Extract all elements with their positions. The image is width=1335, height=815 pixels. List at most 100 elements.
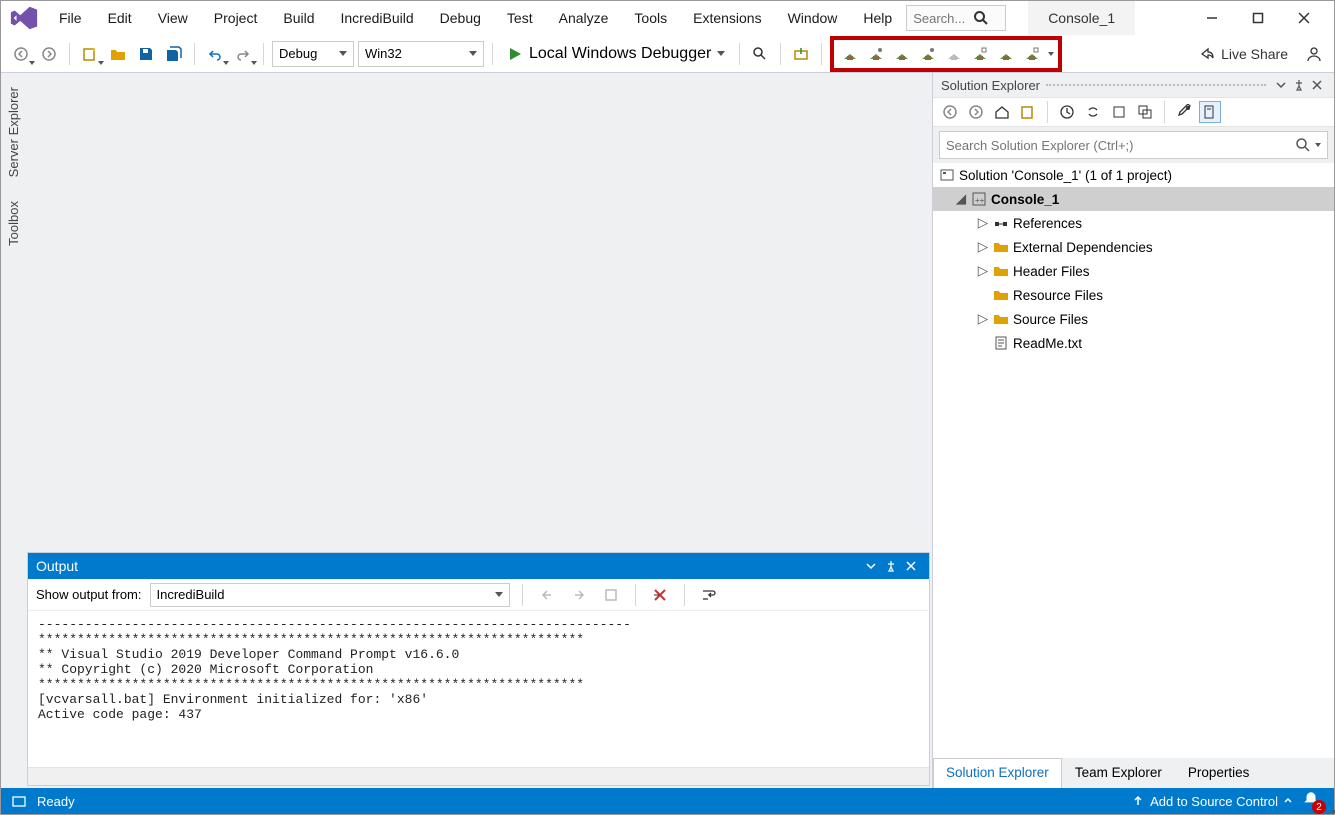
se-pin-button[interactable]	[1290, 76, 1308, 94]
window-close-button[interactable]	[1282, 3, 1326, 33]
menu-help[interactable]: Help	[851, 4, 904, 32]
play-icon	[507, 46, 523, 62]
server-explorer-tab[interactable]: Server Explorer	[4, 81, 23, 183]
save-button[interactable]	[134, 42, 158, 66]
readme-node[interactable]: ▷ ReadMe.txt	[933, 331, 1334, 355]
se-forward-button[interactable]	[965, 101, 987, 123]
find-in-files-button[interactable]	[748, 42, 772, 66]
ib-monitor-button[interactable]	[994, 42, 1018, 66]
ib-rebuild-solution-button[interactable]	[864, 42, 888, 66]
output-titlebar[interactable]: Output	[28, 553, 929, 579]
tab-team-explorer[interactable]: Team Explorer	[1062, 758, 1175, 788]
menu-view[interactable]: View	[146, 4, 200, 32]
se-pending-changes-button[interactable]	[1056, 101, 1078, 123]
undo-button[interactable]	[203, 42, 227, 66]
redo-button[interactable]	[231, 42, 255, 66]
menu-window[interactable]: Window	[776, 4, 850, 32]
toolbox-tab[interactable]: Toolbox	[4, 195, 23, 252]
se-refresh-button[interactable]	[1108, 101, 1130, 123]
se-home-button[interactable]	[991, 101, 1013, 123]
center-area: Output Show output from: IncrediBuild	[25, 73, 932, 788]
open-file-button[interactable]	[106, 42, 130, 66]
global-search[interactable]	[906, 5, 1006, 31]
menu-test[interactable]: Test	[495, 4, 545, 32]
se-close-button[interactable]	[1308, 76, 1326, 94]
output-goto-button[interactable]	[599, 583, 623, 607]
expand-icon[interactable]: ▷	[977, 265, 989, 277]
expand-icon[interactable]: ▷	[977, 313, 989, 325]
se-properties-button[interactable]	[1173, 101, 1195, 123]
se-dropdown-button[interactable]	[1272, 76, 1290, 94]
account-button[interactable]	[1302, 42, 1326, 66]
ib-build-solution-button[interactable]	[838, 42, 862, 66]
nav-back-button[interactable]	[9, 42, 33, 66]
nav-forward-button[interactable]	[37, 42, 61, 66]
save-all-button[interactable]	[162, 42, 186, 66]
main-toolbar: Debug Win32 Local Windows Debugger Live …	[1, 35, 1334, 73]
add-to-source-control-button[interactable]: Add to Source Control	[1132, 794, 1292, 809]
ib-build-project-button[interactable]	[890, 42, 914, 66]
se-collapse-all-button[interactable]	[1134, 101, 1156, 123]
project-node[interactable]: ◢ ++ Console_1	[933, 187, 1334, 211]
live-share-button[interactable]: Live Share	[1189, 46, 1298, 62]
solution-tree[interactable]: Solution 'Console_1' (1 of 1 project) ◢ …	[933, 163, 1334, 758]
status-bar: Ready Add to Source Control 2	[1, 788, 1334, 814]
source-files-node[interactable]: ▷ Source Files	[933, 307, 1334, 331]
window-maximize-button[interactable]	[1236, 3, 1280, 33]
search-input[interactable]	[913, 11, 973, 26]
header-files-node[interactable]: ▷ Header Files	[933, 259, 1334, 283]
expand-icon[interactable]: ▷	[977, 241, 989, 253]
tab-solution-explorer[interactable]: Solution Explorer	[933, 758, 1062, 788]
output-prev-button[interactable]	[535, 583, 559, 607]
menu-file[interactable]: File	[47, 4, 94, 32]
se-show-all-files-button[interactable]	[1199, 101, 1221, 123]
solution-explorer-panel: Solution Explorer	[932, 73, 1334, 788]
expand-icon[interactable]: ▷	[977, 217, 989, 229]
tab-properties[interactable]: Properties	[1175, 758, 1263, 788]
solution-node[interactable]: Solution 'Console_1' (1 of 1 project)	[933, 163, 1334, 187]
solution-explorer-titlebar[interactable]: Solution Explorer	[933, 73, 1334, 97]
output-close-button[interactable]	[901, 556, 921, 576]
se-back-button[interactable]	[939, 101, 961, 123]
output-wrap-button[interactable]	[697, 583, 721, 607]
output-pane: Output Show output from: IncrediBuild	[27, 552, 930, 786]
readme-label: ReadMe.txt	[1013, 336, 1082, 351]
solution-config-dropdown[interactable]: Debug	[272, 41, 354, 67]
window-minimize-button[interactable]	[1190, 3, 1234, 33]
output-dropdown-button[interactable]	[861, 556, 881, 576]
output-text[interactable]: ----------------------------------------…	[28, 611, 929, 767]
menu-build[interactable]: Build	[271, 4, 326, 32]
menu-project[interactable]: Project	[202, 4, 270, 32]
ib-clean-button[interactable]	[942, 42, 966, 66]
menu-edit[interactable]: Edit	[96, 4, 144, 32]
ib-compile-button[interactable]	[968, 42, 992, 66]
ib-rebuild-project-button[interactable]	[916, 42, 940, 66]
menu-extensions[interactable]: Extensions	[681, 4, 773, 32]
menu-incredibuild[interactable]: IncrediBuild	[329, 4, 426, 32]
output-horizontal-scrollbar[interactable]	[28, 767, 929, 785]
active-project-tab[interactable]: Console_1	[1028, 1, 1135, 35]
solution-explorer-sync-button[interactable]	[789, 42, 813, 66]
solution-platform-dropdown[interactable]: Win32	[358, 41, 484, 67]
start-debug-button[interactable]: Local Windows Debugger	[501, 41, 731, 67]
menu-analyze[interactable]: Analyze	[547, 4, 621, 32]
output-clear-button[interactable]	[648, 583, 672, 607]
show-output-from-dropdown[interactable]: IncrediBuild	[150, 583, 510, 607]
new-project-button[interactable]	[78, 42, 102, 66]
se-sync-button[interactable]	[1082, 101, 1104, 123]
notifications-button[interactable]: 2	[1302, 790, 1324, 812]
editor-surface[interactable]	[25, 73, 932, 550]
se-search-box[interactable]	[939, 131, 1328, 159]
show-output-from-value: IncrediBuild	[157, 587, 225, 602]
ib-history-button[interactable]	[1020, 42, 1044, 66]
output-next-button[interactable]	[567, 583, 591, 607]
collapse-icon[interactable]: ◢	[955, 193, 967, 205]
menu-debug[interactable]: Debug	[428, 4, 493, 32]
se-switch-views-button[interactable]	[1017, 101, 1039, 123]
resource-files-node[interactable]: ▷ Resource Files	[933, 283, 1334, 307]
external-deps-node[interactable]: ▷ External Dependencies	[933, 235, 1334, 259]
output-pin-button[interactable]	[881, 556, 901, 576]
se-search-input[interactable]	[946, 138, 1295, 153]
menu-tools[interactable]: Tools	[622, 4, 679, 32]
references-node[interactable]: ▷ References	[933, 211, 1334, 235]
